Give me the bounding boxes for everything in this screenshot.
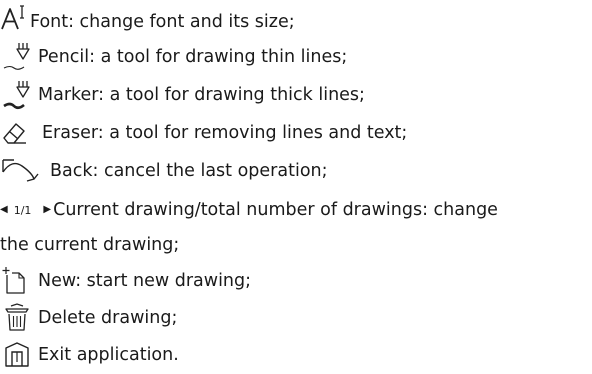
legend-item-exit: Exit application. [0,338,179,372]
trash-icon [0,303,38,333]
legend-text: Eraser: a tool for removing lines and te… [42,123,408,143]
legend-item-pencil: Pencil: a tool for drawing thin lines; [0,40,347,74]
pencil-icon [0,41,38,73]
marker-icon [0,79,38,111]
page-navigator-icon: ◀ 1/1 ▶ [0,204,51,217]
home-exit-icon [0,340,38,370]
legend-text: Marker: a tool for drawing thick lines; [38,85,365,105]
legend-text-continued: the current drawing; [0,235,180,255]
legend-text: Back: cancel the last operation; [50,161,328,181]
legend-item-new: New: start new drawing; [0,264,251,298]
font-size-icon [0,4,28,34]
legend-text: Exit application. [38,345,179,365]
legend-item-font: Font: change font and its size; [0,2,295,36]
legend-item-eraser: Eraser: a tool for removing lines and te… [0,116,407,150]
legend-item-navigator: ◀ 1/1 ▶ Current drawing/total number of … [0,193,498,227]
help-legend: Font: change font and its size; Pencil: … [0,0,592,374]
next-drawing-icon: ▶ [43,204,52,215]
legend-text: Font: change font and its size; [30,12,295,32]
new-document-icon [0,266,38,296]
legend-item-marker: Marker: a tool for drawing thick lines; [0,78,365,112]
prev-drawing-icon: ◀ [0,204,8,215]
eraser-icon [0,118,42,148]
legend-text: Current drawing/total number of drawings… [53,200,498,220]
legend-text: Delete drawing; [38,308,178,328]
legend-item-back: Back: cancel the last operation; [0,154,328,188]
legend-text: New: start new drawing; [38,271,252,291]
drawing-counter: 1/1 [13,203,32,217]
legend-text: Pencil: a tool for drawing thin lines; [38,47,348,67]
legend-item-delete: Delete drawing; [0,301,177,335]
legend-item-navigator-cont: the current drawing; [0,228,179,262]
undo-icon [0,156,50,186]
